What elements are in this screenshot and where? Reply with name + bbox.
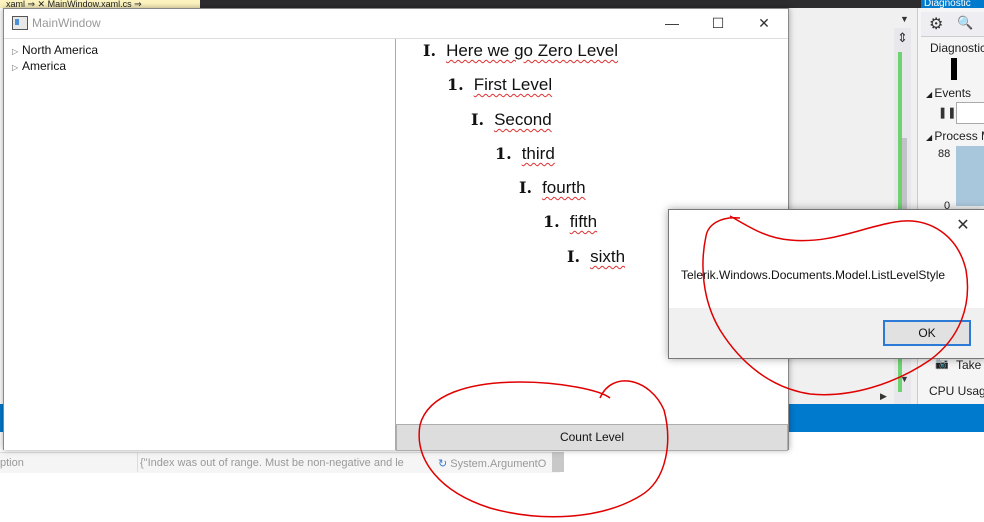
tree-item-label: North America: [22, 43, 99, 57]
message-box-close-button[interactable]: ✕: [951, 214, 975, 238]
list-number: 1.: [447, 75, 464, 94]
gear-icon[interactable]: ⚙: [929, 14, 943, 34]
expand-arrow-icon[interactable]: ▷: [12, 47, 22, 56]
app-window-icon: [12, 16, 28, 30]
take-snapshot-label[interactable]: Take: [956, 358, 981, 372]
count-level-button[interactable]: Count Level: [396, 424, 788, 451]
tree-item[interactable]: ▷ North America: [12, 43, 98, 57]
list-item[interactable]: 1. third: [495, 144, 555, 164]
grid-cell-value: {"Index was out of range. Must be non-ne…: [140, 457, 404, 469]
graph-max-label: 88: [938, 148, 951, 160]
diagnostics-label: Diagnostic: [930, 41, 984, 55]
grid-cell-name: ption: [0, 457, 24, 469]
list-item[interactable]: I. fourth: [519, 178, 586, 198]
window-title: MainWindow: [32, 16, 101, 30]
list-number: I.: [423, 41, 437, 60]
list-number: I.: [471, 110, 485, 129]
refresh-icon[interactable]: ↻: [438, 458, 450, 470]
list-item[interactable]: 1. First Level: [447, 75, 552, 95]
list-text: fifth: [569, 212, 598, 231]
list-number: 1.: [495, 144, 512, 163]
split-icon[interactable]: ⇕: [897, 30, 908, 46]
exception-grid-row[interactable]: ption {"Index was out of range. Must be …: [0, 452, 560, 473]
list-item[interactable]: I. Here we go Zero Level: [423, 41, 618, 61]
vs-tab-label: xaml ⇒ ✕ MainWindow.xaml.cs ⇒: [6, 0, 142, 8]
timeline-marker: [951, 58, 957, 80]
events-header[interactable]: ◢ Events: [926, 86, 971, 100]
tree-item-label: America: [22, 59, 67, 73]
grid-cell-type: ↻ System.ArgumentO: [438, 458, 547, 470]
message-box: ✕ Telerik.Windows.Documents.Model.ListLe…: [668, 209, 984, 359]
list-text: fourth: [542, 178, 586, 197]
message-box-footer: OK: [669, 308, 984, 358]
chevron-down-icon[interactable]: ▼: [900, 14, 909, 24]
list-text: First Level: [473, 75, 553, 94]
scroll-down-icon[interactable]: ▼: [900, 374, 909, 384]
diagnostics-toolbar: ⚙ 🔍: [921, 12, 984, 37]
grid-column-separator: [137, 452, 138, 472]
pause-icon[interactable]: ❚❚: [938, 106, 956, 119]
cpu-usage-tab[interactable]: CPU Usage: [929, 384, 984, 398]
close-button[interactable]: ✕: [741, 9, 787, 38]
list-item[interactable]: 1. fifth: [543, 212, 597, 232]
list-text: Second: [494, 110, 552, 129]
list-text: sixth: [590, 247, 626, 266]
list-item[interactable]: I. Second: [471, 110, 552, 130]
list-number: I.: [567, 247, 581, 266]
maximize-button[interactable]: ☐: [695, 9, 741, 38]
list-text: third: [521, 144, 555, 163]
list-text: Here we go Zero Level: [446, 41, 619, 60]
minimize-button[interactable]: —: [649, 9, 695, 38]
message-text: Telerik.Windows.Documents.Model.ListLeve…: [681, 268, 946, 282]
zoom-icon[interactable]: 🔍: [957, 15, 973, 31]
events-filter-input[interactable]: [956, 102, 984, 124]
expand-arrow-icon[interactable]: ▷: [12, 63, 22, 72]
list-number: 1.: [543, 212, 560, 231]
list-item[interactable]: I. sixth: [567, 247, 625, 267]
list-number: I.: [519, 178, 533, 197]
vs-editor-tab[interactable]: xaml ⇒ ✕ MainWindow.xaml.cs ⇒: [0, 0, 200, 8]
process-memory-header[interactable]: ◢ Process M: [926, 129, 984, 143]
window-titlebar[interactable]: MainWindow — ☐ ✕: [4, 9, 788, 38]
ok-button[interactable]: OK: [883, 320, 971, 346]
scroll-right-icon[interactable]: ▶: [880, 391, 887, 402]
tree-view[interactable]: ▷ North America ▷ America: [4, 39, 396, 450]
vs-diagnostics-title: Diagnostic: [921, 0, 984, 8]
grid-scrollbar[interactable]: [552, 452, 564, 472]
memory-graph: [956, 146, 984, 206]
tree-item[interactable]: ▷ America: [12, 59, 66, 73]
